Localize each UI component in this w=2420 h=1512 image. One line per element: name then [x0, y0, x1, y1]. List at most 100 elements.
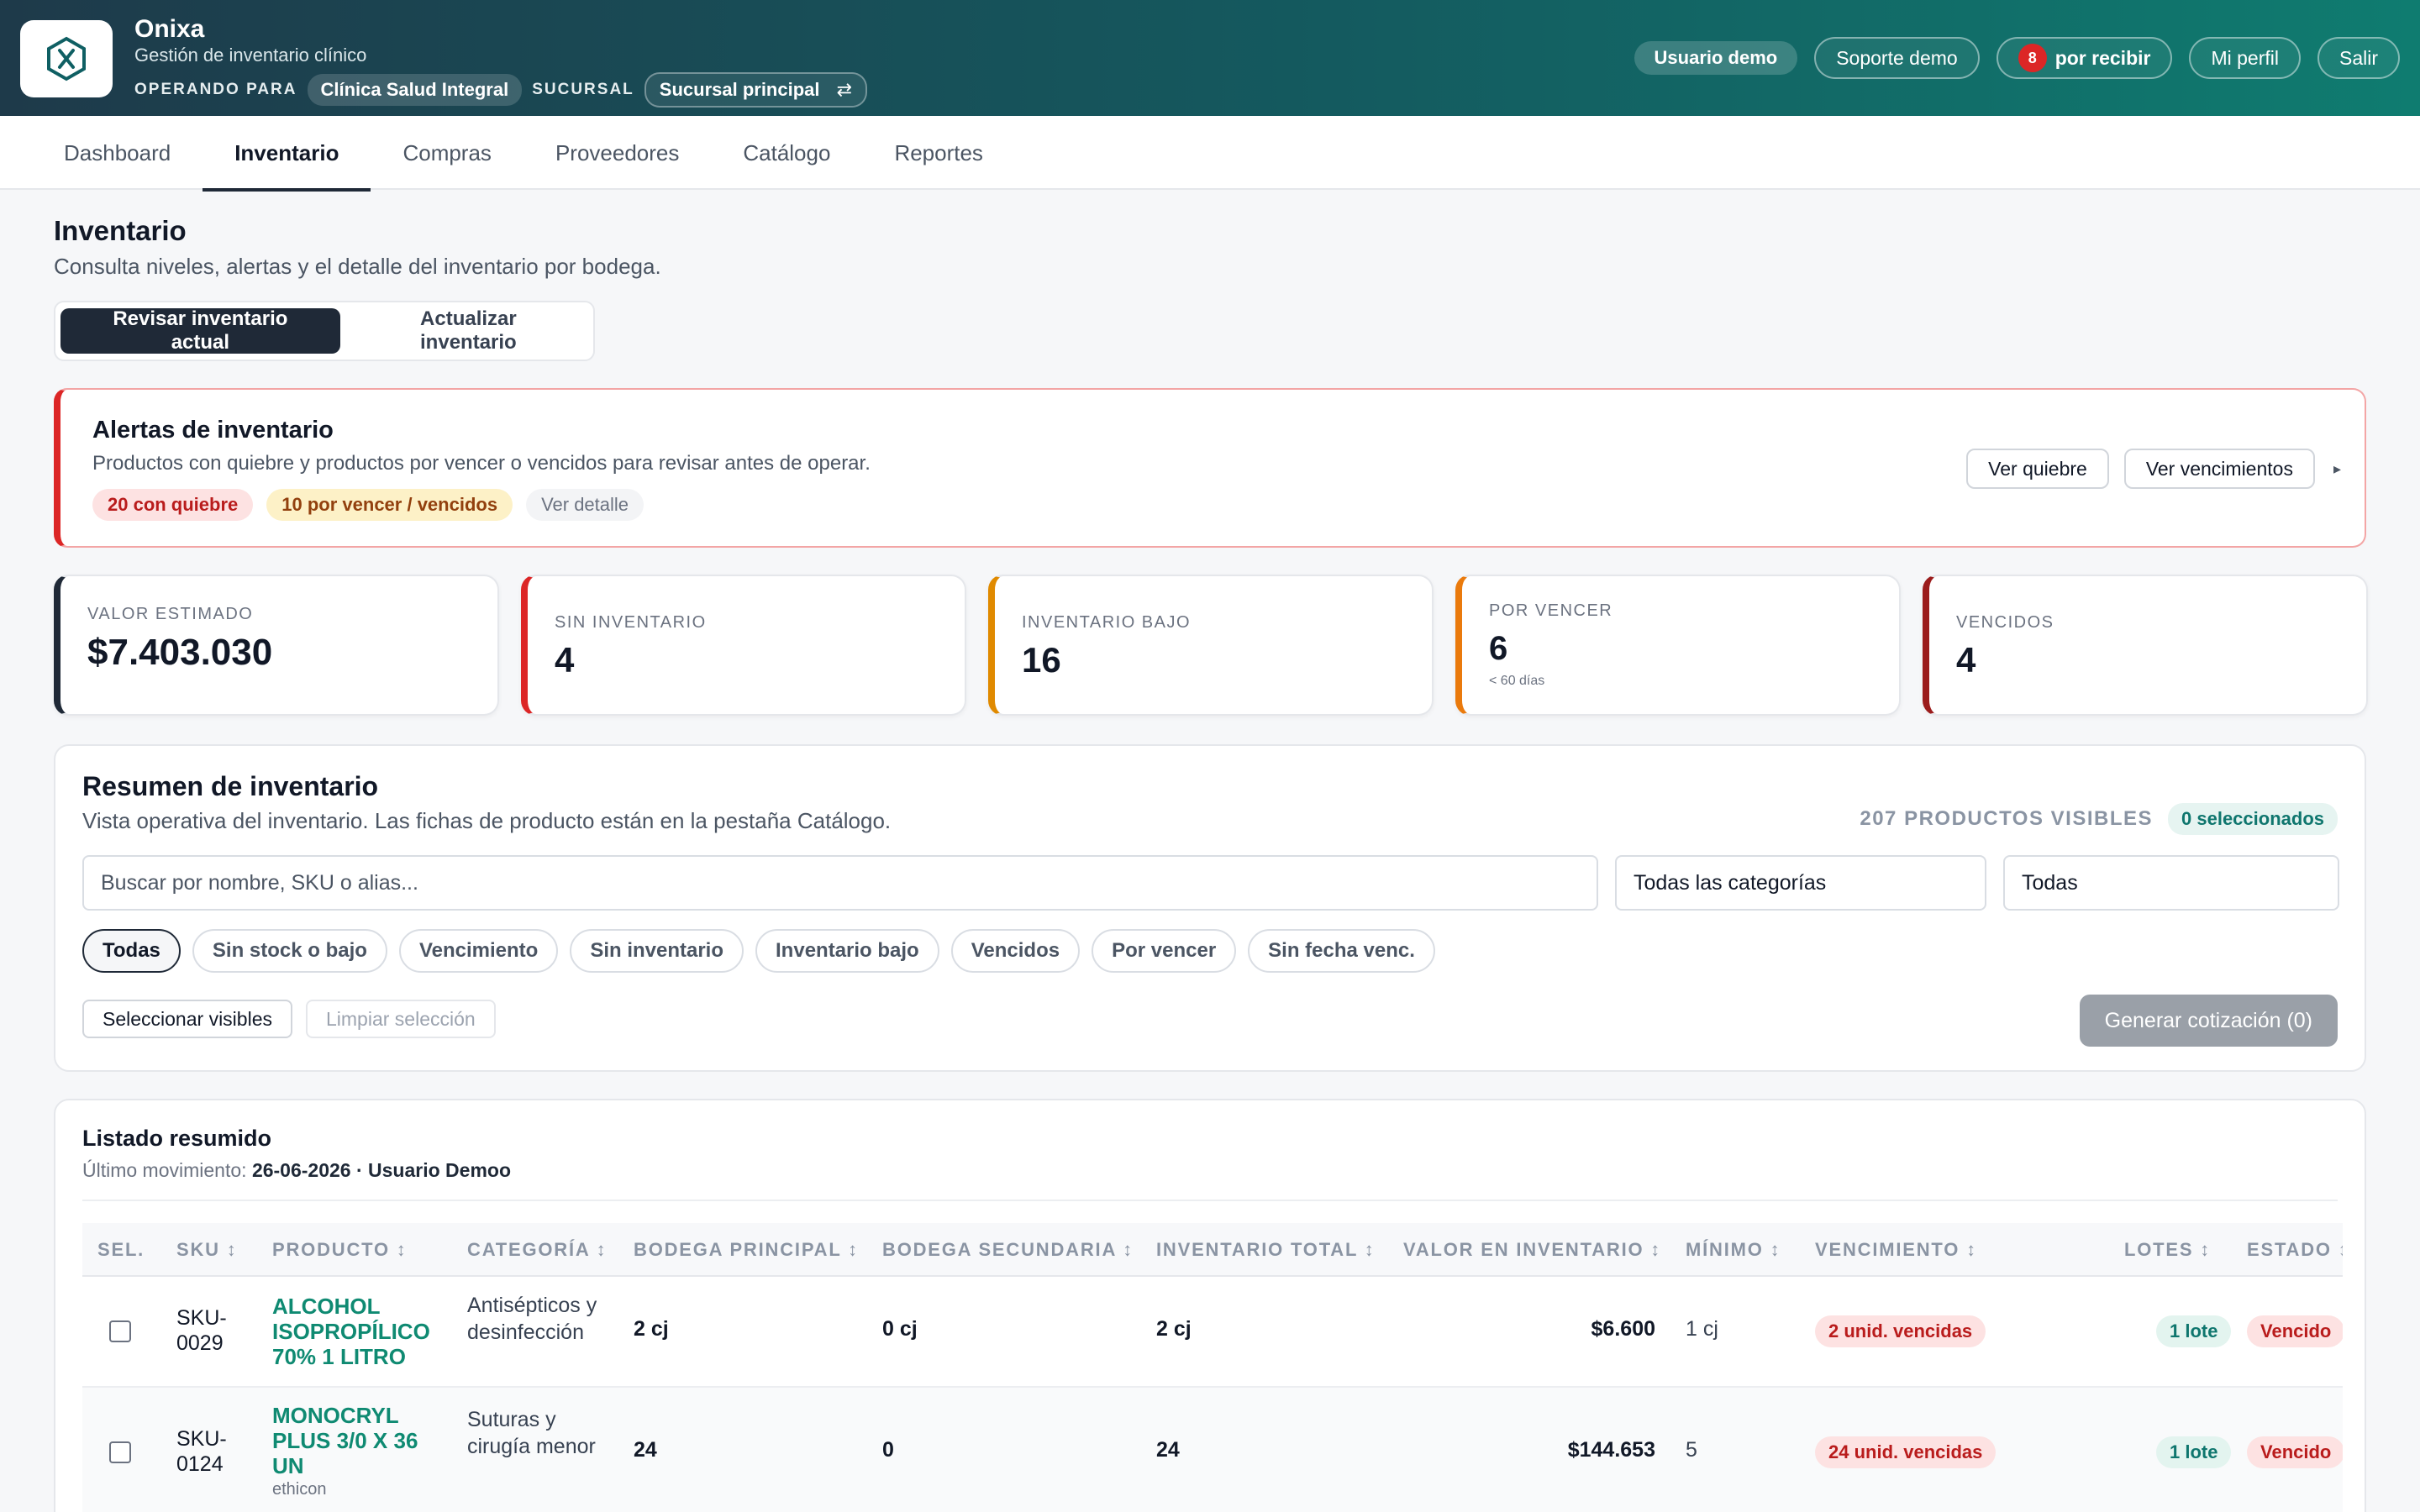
app-logo[interactable]: [20, 20, 113, 97]
break-count-chip[interactable]: 20 con quiebre: [92, 489, 254, 521]
secondary-warehouse-qty: 0: [882, 1438, 894, 1462]
col-sku[interactable]: SKU ↕: [176, 1223, 238, 1277]
checkbox[interactable]: [109, 1320, 131, 1342]
table-row[interactable]: SKU- 0029 ALCOHOL ISOPROPÍLICO 70% 1 LIT…: [82, 1277, 2343, 1388]
table-header: SEL. SKU ↕ PRODUCTO ↕ CATEGORÍA ↕ BODEGA…: [82, 1223, 2343, 1277]
expand-caret-icon[interactable]: ▸: [2333, 460, 2341, 478]
visible-products-count: 207 PRODUCTOS VISIBLES: [1860, 807, 2154, 830]
col-inventory-value[interactable]: VALOR EN INVENTARIO ↕: [1403, 1223, 1661, 1277]
last-movement: Último movimiento: 26-06-2026 · Usuario …: [82, 1159, 511, 1182]
view-expiries-button[interactable]: Ver vencimientos: [2123, 449, 2315, 489]
expiry-count-chip[interactable]: 10 por vencer / vencidos: [266, 489, 513, 521]
product-brand: ethicon: [272, 1480, 327, 1499]
status-cell: Vencido: [2247, 1315, 2343, 1347]
stat-value: 6: [1489, 630, 1508, 667]
expiry-cell: 24 unid. vencidas: [1815, 1436, 1996, 1468]
category-select[interactable]: Todas las categorías: [1615, 855, 1986, 911]
minimum-qty: 1 cj: [1686, 1317, 1718, 1341]
stat-label: VALOR ESTIMADO: [87, 605, 254, 623]
filter-todas[interactable]: Todas: [82, 929, 181, 973]
view-break-button[interactable]: Ver quiebre: [1966, 449, 2109, 489]
brand-subtitle: Gestión de inventario clínico: [134, 45, 367, 66]
table-row[interactable]: SKU- 0124 MONOCRYL PLUS 3/0 X 36 UN ethi…: [82, 1388, 2343, 1512]
lots-cell: 1 lote: [2156, 1315, 2232, 1347]
summary-subtitle: Vista operativa del inventario. Las fich…: [82, 808, 892, 833]
tab-reportes[interactable]: Reportes: [862, 116, 1015, 190]
main-nav: Dashboard Inventario Compras Proveedores…: [0, 116, 2420, 192]
col-expiry[interactable]: VENCIMIENTO ↕: [1815, 1223, 1977, 1277]
expiry-badge: 2 unid. vencidas: [1815, 1315, 1986, 1347]
pending-receipts-label: por recibir: [2054, 46, 2151, 69]
stat-card-expiring: POR VENCER 6 < 60 días: [1455, 575, 1901, 716]
filter-sin-fecha-venc[interactable]: Sin fecha venc.: [1248, 929, 1435, 973]
review-inventory-button[interactable]: Revisar inventario actual: [60, 307, 340, 354]
col-total-inventory[interactable]: INVENTARIO TOTAL ↕: [1156, 1223, 1376, 1277]
category: Suturas y cirugía menor: [467, 1408, 596, 1458]
filter-sin-stock-o-bajo[interactable]: Sin stock o bajo: [192, 929, 387, 973]
stat-label: POR VENCER: [1489, 601, 1613, 620]
filter-vencidos[interactable]: Vencidos: [950, 929, 1081, 973]
filter-vencimiento[interactable]: Vencimiento: [398, 929, 559, 973]
row-checkbox[interactable]: [109, 1441, 131, 1463]
hexagon-logo-icon: [47, 36, 86, 81]
stat-value: 4: [555, 640, 575, 680]
page-title: Inventario: [54, 215, 187, 246]
col-product[interactable]: PRODUCTO ↕: [272, 1223, 408, 1277]
pending-receipts-button[interactable]: 8 por recibir: [1996, 37, 2173, 79]
branch-switcher[interactable]: Sucursal principal ⇄: [644, 72, 868, 108]
last-movement-label: Último movimiento:: [82, 1159, 247, 1181]
operating-context: OPERANDO PARA Clínica Salud Integral SUC…: [134, 72, 868, 108]
col-minimum[interactable]: MÍNIMO ↕: [1686, 1223, 1781, 1277]
status-badge: Vencido: [2247, 1315, 2343, 1347]
status-select[interactable]: Todas: [2003, 855, 2339, 911]
generate-quote-button[interactable]: Generar cotización (0): [2079, 995, 2338, 1047]
search-input[interactable]: [82, 855, 1598, 911]
tab-catalogo[interactable]: Catálogo: [711, 116, 862, 190]
filter-inventario-bajo[interactable]: Inventario bajo: [755, 929, 939, 973]
branch-name: Sucursal principal: [659, 79, 820, 100]
col-lots[interactable]: LOTES ↕: [2124, 1223, 2211, 1277]
tab-compras[interactable]: Compras: [371, 116, 523, 190]
inventory-value: $6.600: [1591, 1317, 1655, 1341]
col-category[interactable]: CATEGORÍA ↕: [467, 1223, 607, 1277]
col-status[interactable]: ESTADO ↕: [2247, 1223, 2343, 1277]
product-link[interactable]: MONOCRYL PLUS 3/0 X 36 UN: [272, 1403, 450, 1478]
col-sel: SEL.: [97, 1239, 145, 1260]
filter-sin-inventario[interactable]: Sin inventario: [570, 929, 744, 973]
tab-proveedores[interactable]: Proveedores: [523, 116, 711, 190]
stat-label: VENCIDOS: [1956, 613, 2054, 632]
tab-inventario[interactable]: Inventario: [203, 116, 371, 192]
clear-selection-button[interactable]: Limpiar selección: [305, 1000, 496, 1038]
divider: [82, 1200, 2338, 1201]
sku: SKU- 0029: [176, 1306, 227, 1355]
checkbox[interactable]: [109, 1441, 131, 1463]
logout-button[interactable]: Salir: [2317, 37, 2400, 79]
swap-icon: ⇄: [836, 79, 853, 100]
col-main-warehouse[interactable]: BODEGA PRINCIPAL ↕: [634, 1223, 859, 1277]
category: Antisépticos y desinfección: [467, 1294, 597, 1344]
profile-button[interactable]: Mi perfil: [2189, 37, 2301, 79]
mode-segmented-control: Revisar inventario actual Actualizar inv…: [54, 301, 595, 361]
stat-cards: VALOR ESTIMADO $7.403.030 SIN INVENTARIO…: [54, 575, 2368, 716]
expiry-badge: 24 unid. vencidas: [1815, 1436, 1996, 1468]
view-detail-chip[interactable]: Ver detalle: [526, 489, 644, 521]
stat-note: < 60 días: [1489, 674, 1545, 688]
lots-badge[interactable]: 1 lote: [2156, 1315, 2232, 1347]
support-button[interactable]: Soporte demo: [1814, 37, 1980, 79]
row-checkbox[interactable]: [109, 1320, 131, 1342]
stat-card-low-stock: INVENTARIO BAJO 16: [988, 575, 1434, 716]
brand-name: Onixa: [134, 15, 205, 43]
product-cell: MONOCRYL PLUS 3/0 X 36 UN ethicon: [272, 1403, 450, 1499]
col-secondary-warehouse[interactable]: BODEGA SECUNDARIA ↕: [882, 1223, 1134, 1277]
filter-por-vencer[interactable]: Por vencer: [1092, 929, 1237, 973]
select-visible-button[interactable]: Seleccionar visibles: [82, 1000, 292, 1038]
summary-title: Resumen de inventario: [82, 771, 379, 801]
main-warehouse-qty: 24: [634, 1438, 657, 1462]
inventory-value: $144.653: [1567, 1438, 1655, 1462]
tab-dashboard[interactable]: Dashboard: [32, 116, 203, 190]
lots-badge[interactable]: 1 lote: [2156, 1436, 2232, 1468]
product-cell: ALCOHOL ISOPROPÍLICO 70% 1 LITRO: [272, 1294, 450, 1369]
user-demo-button[interactable]: Usuario demo: [1634, 41, 1798, 75]
update-inventory-button[interactable]: Actualizar inventario: [349, 307, 588, 354]
product-link[interactable]: ALCOHOL ISOPROPÍLICO 70% 1 LITRO: [272, 1294, 450, 1369]
